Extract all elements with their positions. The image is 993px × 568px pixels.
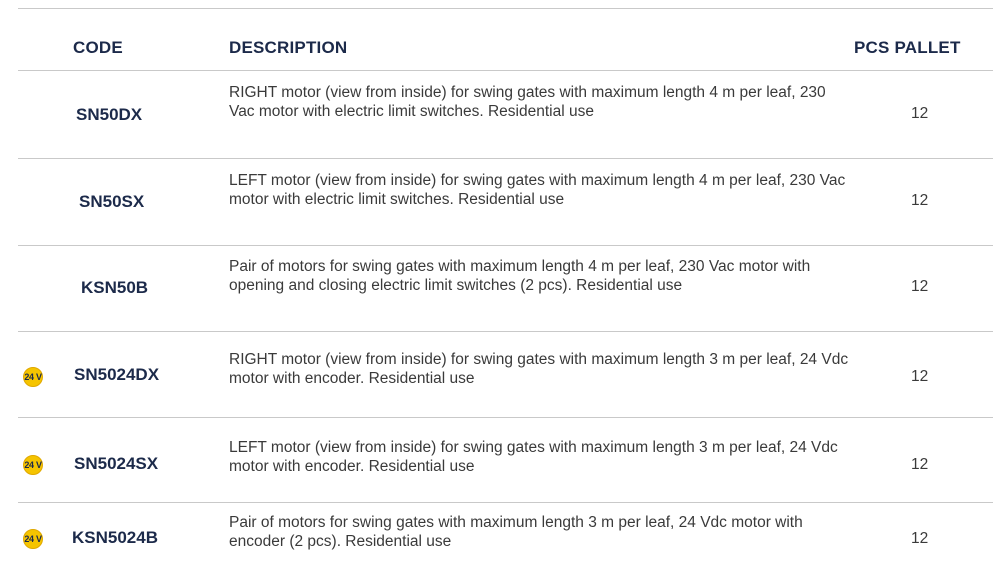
table-row: 24 V KSN5024B Pair of motors for swing g… — [18, 502, 993, 568]
product-code: SN50SX — [79, 192, 145, 211]
header-description: DESCRIPTION — [229, 38, 348, 57]
table-top-rule — [18, 8, 993, 9]
pcs-pallet-value: 12 — [911, 530, 929, 547]
product-code: KSN50B — [81, 278, 149, 297]
product-description: LEFT motor (view from inside) for swing … — [229, 439, 838, 475]
table-row: 24 V SN5024DX RIGHT motor (view from ins… — [18, 331, 993, 418]
pcs-pallet-value: 12 — [911, 192, 929, 209]
product-description: LEFT motor (view from inside) for swing … — [229, 172, 846, 208]
product-code: KSN5024B — [72, 528, 158, 547]
product-description: Pair of motors for swing gates with maxi… — [229, 514, 803, 550]
table-row: KSN50B Pair of motors for swing gates wi… — [18, 245, 993, 332]
product-description: RIGHT motor (view from inside) for swing… — [229, 351, 849, 387]
product-description: RIGHT motor (view from inside) for swing… — [229, 84, 826, 120]
pcs-pallet-value: 12 — [911, 278, 929, 295]
table-row: SN50SX LEFT motor (view from inside) for… — [18, 158, 993, 246]
header-code: CODE — [73, 38, 123, 57]
24v-badge-icon: 24 V — [23, 455, 43, 475]
table-row: SN50DX RIGHT motor (view from inside) fo… — [18, 70, 993, 159]
table-header: CODE DESCRIPTION PCS PALLET — [0, 38, 993, 62]
24v-badge-icon: 24 V — [23, 367, 43, 387]
product-code: SN50DX — [76, 105, 143, 124]
pcs-pallet-value: 12 — [911, 368, 929, 385]
header-pcs-pallet: PCS PALLET — [854, 38, 961, 57]
pcs-pallet-value: 12 — [911, 456, 929, 473]
24v-badge-icon: 24 V — [23, 529, 43, 549]
table-row: 24 V SN5024SX LEFT motor (view from insi… — [18, 417, 993, 503]
product-description: Pair of motors for swing gates with maxi… — [229, 258, 811, 294]
product-code: SN5024SX — [74, 454, 159, 473]
product-code: SN5024DX — [74, 365, 160, 384]
pcs-pallet-value: 12 — [911, 105, 929, 122]
